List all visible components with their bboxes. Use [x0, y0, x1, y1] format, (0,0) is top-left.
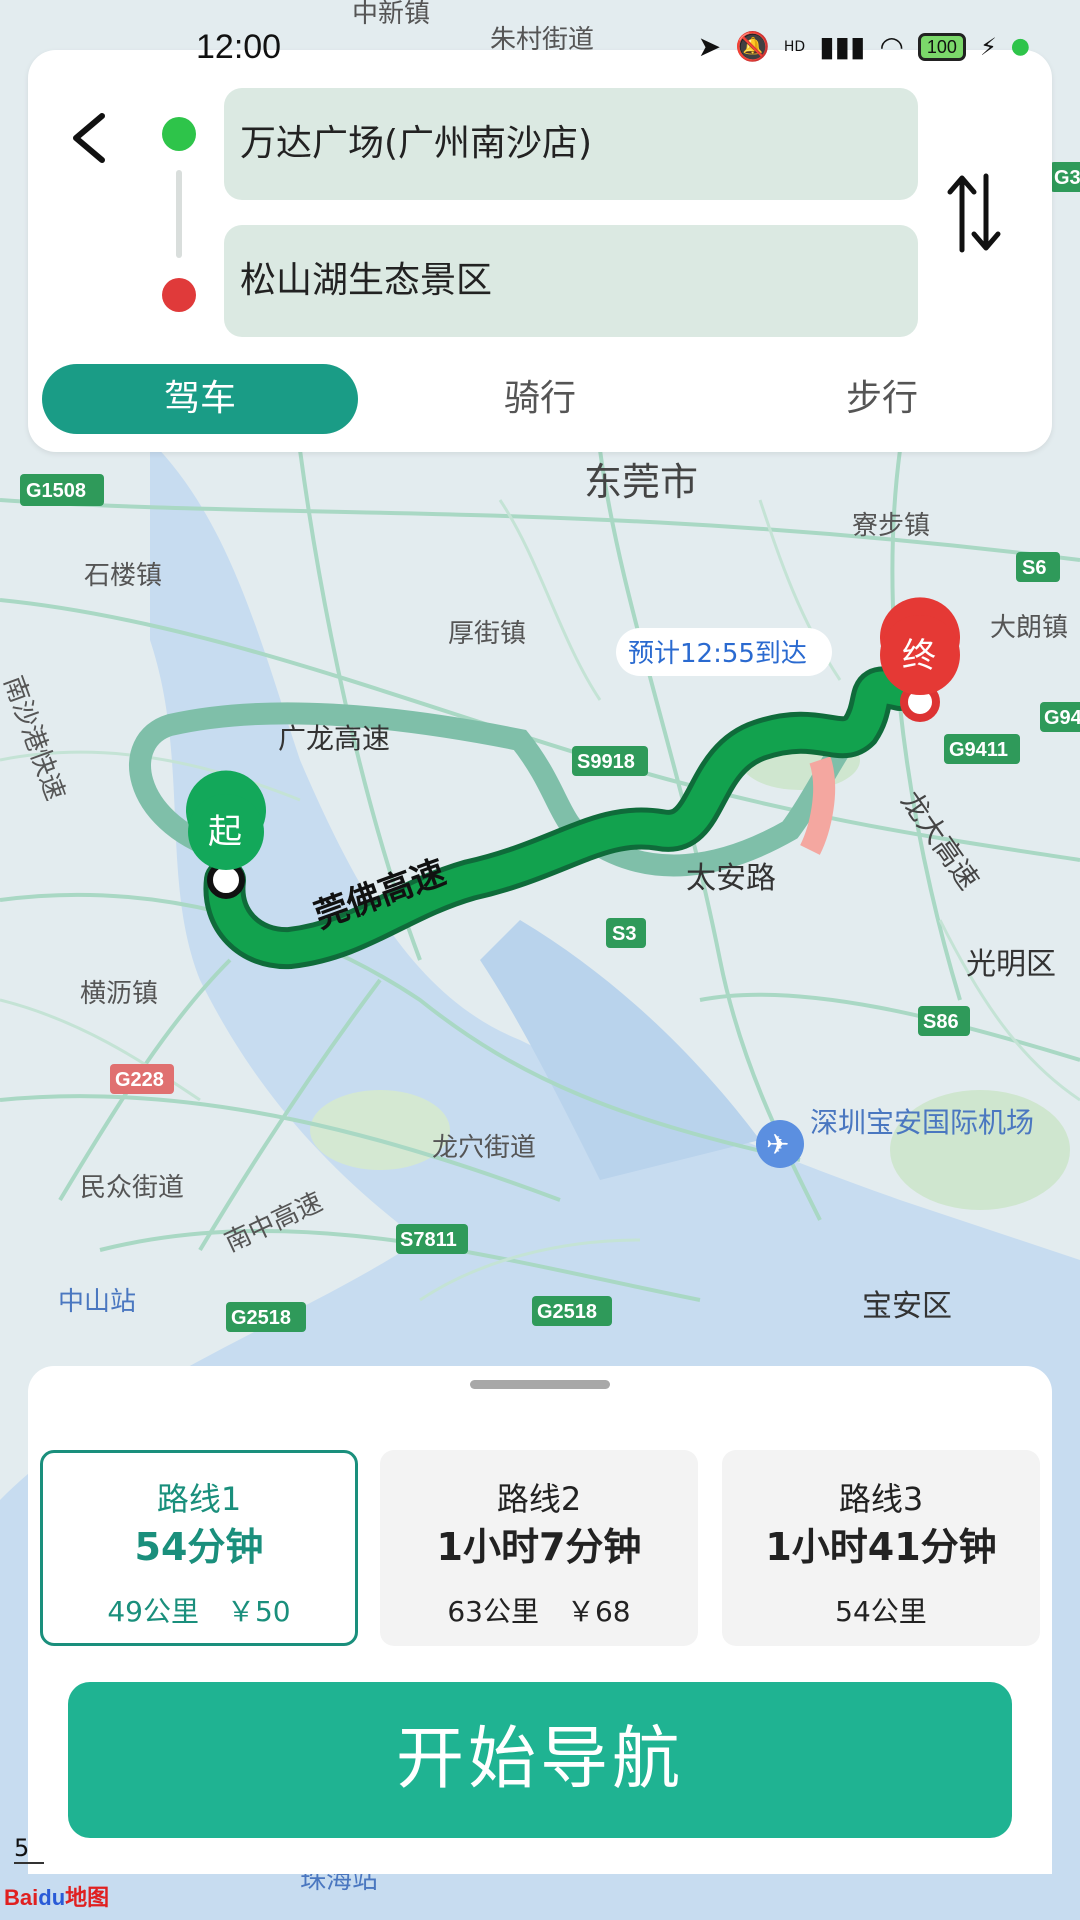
map-label: 广龙高速 — [278, 722, 390, 755]
end-dot-icon — [162, 278, 196, 312]
svg-text:S6: S6 — [1022, 557, 1046, 579]
hd-label: HD — [783, 38, 806, 55]
road-shield: S86 — [918, 1006, 970, 1036]
svg-text:G3: G3 — [1054, 167, 1080, 189]
road-shield: G228 — [110, 1064, 174, 1094]
svg-text:S86: S86 — [923, 1011, 959, 1033]
map-label: 寮步镇 — [852, 511, 930, 541]
svg-text:G9411: G9411 — [949, 739, 1008, 761]
destination-field[interactable]: 松山湖生态景区 — [224, 225, 918, 337]
tab-driving[interactable]: 驾车 — [42, 364, 358, 434]
location-icon: ➤ — [697, 30, 722, 63]
wifi-icon: ◠ — [879, 30, 904, 63]
eta-bubble: 预计12:55到达 — [616, 628, 832, 676]
swap-icon[interactable] — [944, 170, 1004, 256]
road-shield: G2518 — [532, 1296, 612, 1326]
svg-text:预计12:55到达: 预计12:55到达 — [628, 639, 807, 669]
map-label: 横沥镇 — [80, 979, 158, 1009]
svg-text:起: 起 — [208, 812, 242, 852]
status-icons: ➤ 🔕 HD ▮▮▮ ◠ 100 ⚡ ● — [698, 30, 1030, 63]
mute-icon: 🔕 — [735, 30, 770, 63]
svg-text:S3: S3 — [612, 923, 636, 945]
svg-text:✈: ✈ — [766, 1128, 789, 1161]
road-shield: G9411 — [944, 734, 1020, 764]
route-distance-cost: 49公里 ￥50 — [107, 1595, 291, 1628]
route-distance-cost: 54公里 — [835, 1595, 927, 1628]
map-label: 民众街道 — [80, 1173, 184, 1203]
map-label: 大朗镇 — [990, 613, 1068, 643]
dots-connector — [176, 170, 182, 258]
svg-text:S7811: S7811 — [400, 1229, 457, 1251]
map-label: 厚街镇 — [448, 619, 526, 649]
status-bar: 12:00 ➤ 🔕 HD ▮▮▮ ◠ 100 ⚡ ● — [0, 0, 1080, 90]
map-label: 龙穴街道 — [432, 1133, 536, 1163]
svg-text:G2518: G2518 — [231, 1307, 291, 1329]
map-label: 太安路 — [686, 861, 776, 896]
road-shield: S9918 — [572, 746, 648, 776]
svg-text:G1508: G1508 — [26, 480, 86, 502]
start-dot-icon — [162, 117, 196, 151]
map-label: 中山站 — [58, 1287, 136, 1317]
svg-text:G228: G228 — [115, 1069, 164, 1091]
road-shield: S7811 — [396, 1224, 468, 1254]
route-option-3[interactable]: 路线3 1小时41分钟 54公里 — [722, 1450, 1040, 1646]
travel-mode-tabs: 驾车 骑行 步行 — [42, 364, 1042, 434]
route-option-2[interactable]: 路线2 1小时7分钟 63公里 ￥68 — [380, 1450, 698, 1646]
route-duration: 1小时7分钟 — [436, 1525, 642, 1569]
map-label: 石楼镇 — [84, 561, 162, 591]
map-label: 东莞市 — [584, 460, 698, 504]
map-label: 光明区 — [966, 947, 1056, 982]
route-name: 路线3 — [838, 1480, 924, 1518]
battery-icon: 100 — [917, 32, 966, 61]
route-name: 路线2 — [496, 1480, 582, 1518]
road-shield: G3 — [1050, 162, 1080, 192]
svg-text:终: 终 — [902, 636, 936, 676]
map-label: 深圳宝安国际机场 — [810, 1106, 1034, 1139]
back-arrow-icon[interactable] — [62, 108, 118, 168]
status-time: 12:00 — [196, 28, 282, 66]
road-shield: G1508 — [20, 474, 104, 506]
map-label: 宝安区 — [862, 1289, 952, 1324]
svg-text:S9918: S9918 — [577, 751, 635, 773]
status-dot-icon: ● — [1010, 34, 1030, 59]
route-options-sheet: 路线1 54分钟 49公里 ￥50 路线2 1小时7分钟 63公里 ￥68 路线… — [28, 1366, 1052, 1874]
road-shield: S3 — [606, 918, 646, 948]
road-shield: G2518 — [226, 1302, 306, 1332]
road-shield: G94 — [1040, 702, 1080, 732]
road-shield: S6 — [1016, 552, 1060, 582]
tab-walking[interactable]: 步行 — [724, 364, 1040, 434]
start-navigation-button[interactable]: 开始导航 — [68, 1682, 1012, 1838]
route-option-1[interactable]: 路线1 54分钟 49公里 ￥50 — [40, 1450, 358, 1646]
start-location-field[interactable]: 万达广场(广州南沙店) — [224, 88, 918, 200]
charging-icon: ⚡ — [979, 32, 997, 61]
signal-icon: ▮▮▮ — [819, 30, 866, 63]
route-search-card: 万达广场(广州南沙店) 松山湖生态景区 驾车 骑行 步行 — [28, 50, 1052, 452]
svg-text:G2518: G2518 — [537, 1301, 597, 1323]
route-duration: 1小时41分钟 — [765, 1525, 997, 1569]
route-distance-cost: 63公里 ￥68 — [447, 1595, 631, 1628]
route-duration: 54分钟 — [134, 1525, 264, 1569]
route-name: 路线1 — [156, 1480, 242, 1518]
svg-text:G94: G94 — [1044, 707, 1080, 729]
page-number: 5 — [14, 1834, 44, 1864]
drag-handle[interactable] — [470, 1380, 610, 1389]
baidu-map-logo: Baidu地图 — [4, 1885, 110, 1910]
tab-cycling[interactable]: 骑行 — [382, 364, 698, 434]
